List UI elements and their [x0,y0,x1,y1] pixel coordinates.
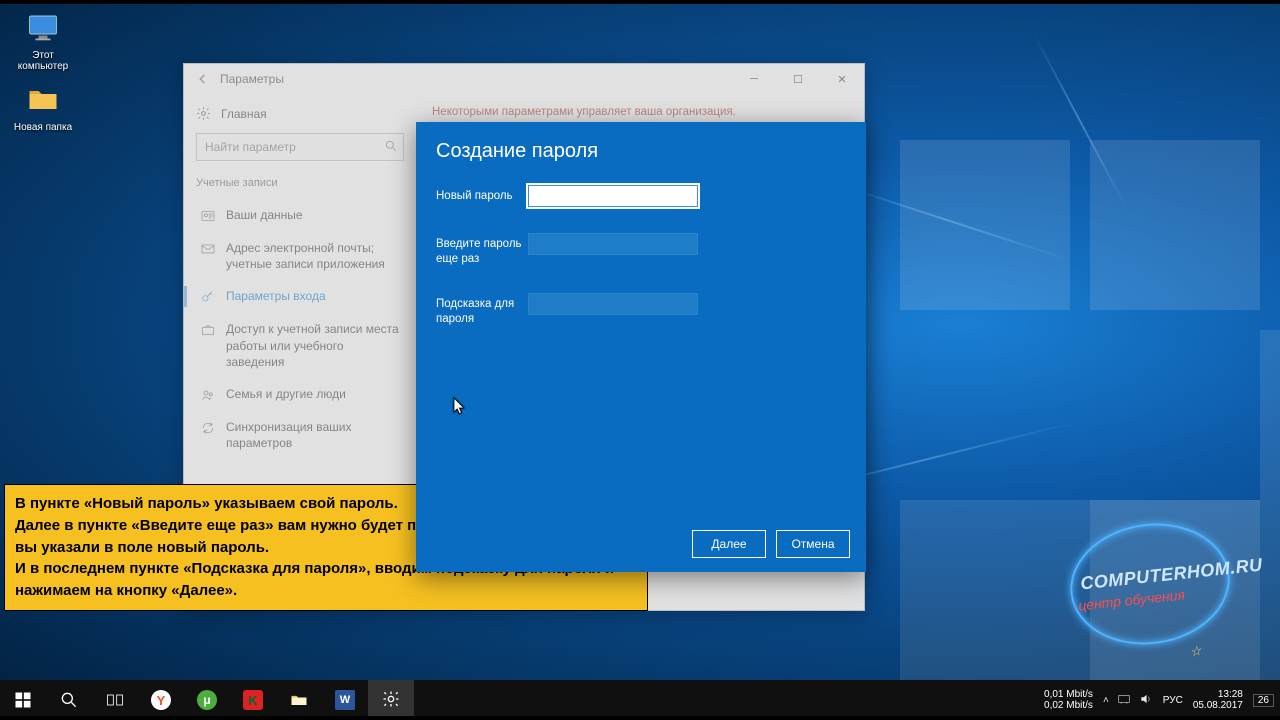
sidebar-item-label: Синхронизация ваших параметров [226,419,400,451]
password-hint-label: Подсказка для пароля [436,293,528,327]
search-button[interactable] [46,680,92,720]
sync-icon [200,420,216,436]
sidebar-item-label: Семья и другие люди [226,386,346,402]
tray-calendar-day[interactable]: 26 [1253,694,1274,707]
taskbar: Y μ K W 0,01 Mbit/s 0,02 Mbit/s ˄ РУС 13… [0,680,1280,720]
cancel-button[interactable]: Отмена [776,530,850,558]
repeat-password-label: Введите пароль еще раз [436,233,528,267]
mouse-cursor [453,397,467,418]
sidebar-item-email-accounts[interactable]: Адрес электронной почты; учетные записи … [196,232,404,280]
next-button[interactable]: Далее [692,530,766,558]
sidebar-item-work-access[interactable]: Доступ к учетной записи места работы или… [196,313,404,378]
sidebar-item-your-info[interactable]: Ваши данные [196,199,404,232]
sidebar-item-label: Параметры входа [226,288,326,304]
taskbar-app-utorrent[interactable]: μ [184,680,230,720]
new-password-label: Новый пароль [436,185,528,204]
desktop-icon-this-pc[interactable]: Этот компьютер [8,10,78,72]
minimize-button[interactable]: ─ [732,64,776,94]
computer-icon [25,10,61,46]
taskbar-app-explorer[interactable] [276,680,322,720]
watermark-logo: COMPUTERHOM.RU центр ☆ обучения [1030,534,1250,654]
person-card-icon [200,208,216,224]
tray-network-icon[interactable] [1117,692,1131,709]
task-view-button[interactable] [92,680,138,720]
maximize-button[interactable]: ☐ [776,64,820,94]
system-tray: 0,01 Mbit/s 0,02 Mbit/s ˄ РУС 13:28 05.0… [1044,680,1280,720]
sidebar-home[interactable]: Главная [196,106,404,121]
back-button[interactable] [192,68,214,90]
settings-search[interactable] [196,133,404,161]
close-button[interactable]: ✕ [820,64,864,94]
sidebar-item-signin-options[interactable]: Параметры входа [196,280,404,313]
repeat-password-input[interactable] [528,233,698,255]
people-icon [200,387,216,403]
briefcase-icon [200,322,216,338]
titlebar: Параметры ─ ☐ ✕ [184,64,864,94]
sidebar-item-label: Доступ к учетной записи места работы или… [226,321,400,370]
search-icon [384,139,398,153]
mail-icon [200,241,216,257]
desktop-icon-new-folder[interactable]: Новая папка [8,82,78,133]
network-speed: 0,01 Mbit/s 0,02 Mbit/s [1044,689,1093,712]
password-hint-input[interactable] [528,293,698,315]
tray-volume-icon[interactable] [1139,692,1153,709]
sidebar-item-sync[interactable]: Синхронизация ваших параметров [196,411,404,459]
create-password-dialog: Создание пароля Новый пароль Введите пар… [416,122,866,572]
tray-chevron-up-icon[interactable]: ˄ [1103,695,1109,706]
folder-icon [25,82,61,118]
key-icon [200,289,216,305]
sidebar-category: Учетные записи [196,177,404,189]
desktop-icon-label: Новая папка [8,122,78,133]
taskbar-app-word[interactable]: W [322,680,368,720]
sidebar-home-label: Главная [221,107,267,121]
taskbar-app-kaspersky[interactable]: K [230,680,276,720]
new-password-input[interactable] [528,185,698,207]
start-button[interactable] [0,680,46,720]
tray-clock[interactable]: 13:28 05.08.2017 [1193,689,1243,712]
search-input[interactable] [196,133,404,161]
window-title: Параметры [220,72,284,86]
org-management-banner: Некоторыми параметрами управляет ваша ор… [432,106,848,118]
star-icon: ☆ [1188,643,1203,661]
sidebar-item-label: Ваши данные [226,207,303,223]
sidebar-item-label: Адрес электронной почты; учетные записи … [226,240,400,272]
home-icon [196,106,211,121]
desktop-icon-label: Этот компьютер [8,50,78,72]
dialog-title: Создание пароля [416,122,866,185]
tray-language[interactable]: РУС [1163,695,1183,706]
taskbar-app-yandex[interactable]: Y [138,680,184,720]
sidebar-item-family[interactable]: Семья и другие люди [196,378,404,411]
taskbar-app-settings[interactable] [368,680,414,720]
